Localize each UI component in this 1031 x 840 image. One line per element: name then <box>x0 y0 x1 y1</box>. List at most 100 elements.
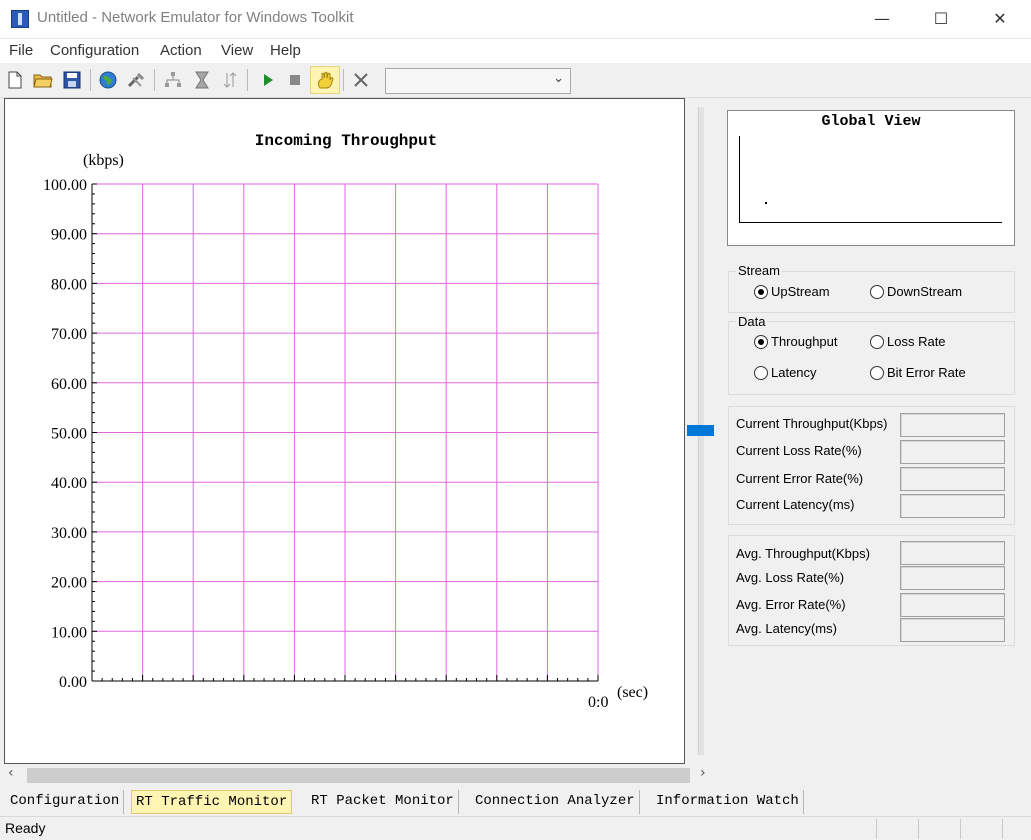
maximize-button[interactable]: ☐ <box>912 0 970 38</box>
status-bar: Ready <box>0 816 1031 840</box>
play-icon[interactable] <box>256 68 280 92</box>
horizontal-scrollbar[interactable]: ‹ › <box>0 764 717 786</box>
menu-file[interactable]: File <box>9 42 33 59</box>
avg-error-rate-field <box>900 593 1005 617</box>
y-tick-label: 40.00 <box>51 475 87 492</box>
tab-information-watch[interactable]: Information Watch <box>652 790 804 814</box>
global-view-y-axis <box>739 136 740 223</box>
avg-loss-rate-field <box>900 566 1005 590</box>
status-cell <box>960 819 961 839</box>
global-view-panel: Global View <box>727 110 1015 246</box>
status-cell <box>1002 819 1003 839</box>
y-tick-label: 100.00 <box>43 177 87 194</box>
current-latency-label: Current Latency(ms) <box>736 497 855 512</box>
y-tick-label: 80.00 <box>51 276 87 293</box>
y-tick-label: 60.00 <box>51 376 87 393</box>
data-group-label: Data <box>736 314 768 329</box>
throughput-chart: Incoming Throughput (kbps) (sec) 0:0 0.0… <box>43 132 648 711</box>
menu-bar: File Configuration Action View Help <box>0 39 1031 63</box>
x-tick-label: 0:0 <box>588 694 608 711</box>
radio-downstream-label: DownStream <box>887 284 963 299</box>
current-throughput-label: Current Throughput(Kbps) <box>736 416 888 431</box>
radio-latency[interactable]: Latency <box>754 365 817 380</box>
radio-loss-rate-label: Loss Rate <box>887 334 946 349</box>
tab-configuration[interactable]: Configuration <box>6 790 125 814</box>
menu-configuration[interactable]: Configuration <box>50 42 139 59</box>
current-throughput-field <box>900 413 1005 437</box>
current-error-rate-label: Current Error Rate(%) <box>736 471 864 486</box>
radio-bit-error-rate-indicator <box>870 365 884 380</box>
y-tick-label: 20.00 <box>51 575 87 592</box>
scroll-left-icon[interactable]: ‹ <box>8 765 14 781</box>
window-title: Untitled - Network Emulator for Windows … <box>37 9 354 26</box>
tools-icon[interactable] <box>124 68 148 92</box>
open-folder-icon[interactable] <box>31 68 55 92</box>
status-cell <box>918 819 919 839</box>
y-tick-label: 0.00 <box>59 674 87 691</box>
radio-throughput[interactable]: Throughput <box>754 334 838 349</box>
stream-group-label: Stream <box>736 263 782 278</box>
new-file-icon[interactable] <box>3 68 27 92</box>
toolbar: ⌄ <box>0 64 1031 98</box>
menu-help[interactable]: Help <box>270 42 301 59</box>
radio-upstream[interactable]: UpStream <box>754 284 830 299</box>
current-error-rate-field <box>900 467 1005 491</box>
radio-downstream[interactable]: DownStream <box>870 284 962 299</box>
tab-connection-analyzer[interactable]: Connection Analyzer <box>471 790 640 814</box>
bottom-tabs: Configuration RT Traffic Monitor RT Pack… <box>0 786 1031 816</box>
radio-upstream-indicator <box>754 284 768 299</box>
radio-latency-label: Latency <box>771 365 817 380</box>
radio-throughput-indicator <box>754 334 768 349</box>
y-tick-label: 70.00 <box>51 326 87 343</box>
globe-icon[interactable] <box>96 68 120 92</box>
radio-bit-error-rate[interactable]: Bit Error Rate <box>870 365 966 380</box>
radio-loss-rate[interactable]: Loss Rate <box>870 334 946 349</box>
hourglass-icon[interactable] <box>190 68 214 92</box>
toolbar-separator <box>247 69 248 91</box>
status-text: Ready <box>5 820 46 836</box>
sort-arrows-icon[interactable] <box>218 68 242 92</box>
minimize-button[interactable]: — <box>853 0 911 38</box>
profile-select[interactable]: ⌄ <box>385 68 571 94</box>
radio-throughput-label: Throughput <box>771 334 838 349</box>
global-view-point <box>765 202 767 204</box>
y-axis-unit: (kbps) <box>83 152 124 169</box>
topology-icon[interactable] <box>161 68 185 92</box>
avg-throughput-field <box>900 541 1005 565</box>
stop-icon[interactable] <box>283 68 307 92</box>
radio-bit-error-rate-label: Bit Error Rate <box>887 365 966 380</box>
radio-loss-rate-indicator <box>870 334 884 349</box>
scroll-right-icon[interactable]: › <box>700 765 706 781</box>
current-loss-rate-field <box>900 440 1005 464</box>
tab-rt-packet-monitor[interactable]: RT Packet Monitor <box>307 790 459 814</box>
disconnect-icon[interactable] <box>349 68 373 92</box>
toolbar-separator <box>90 69 91 91</box>
status-cell <box>876 819 877 839</box>
menu-action[interactable]: Action <box>160 42 202 59</box>
current-loss-rate-label: Current Loss Rate(%) <box>736 443 862 458</box>
chevron-down-icon: ⌄ <box>553 71 564 86</box>
monitor-hand-icon[interactable] <box>310 66 340 94</box>
radio-upstream-label: UpStream <box>771 284 830 299</box>
chart-title: Incoming Throughput <box>255 132 437 150</box>
close-button[interactable]: ✕ <box>971 0 1029 38</box>
x-axis-unit: (sec) <box>617 684 648 701</box>
save-icon[interactable] <box>60 68 84 92</box>
menu-view[interactable]: View <box>221 42 253 59</box>
radio-downstream-indicator <box>870 284 884 299</box>
toolbar-separator <box>154 69 155 91</box>
avg-throughput-label: Avg. Throughput(Kbps) <box>736 546 870 561</box>
splitter-handle[interactable] <box>687 425 714 436</box>
radio-latency-indicator <box>754 365 768 380</box>
y-tick-label: 10.00 <box>51 624 87 641</box>
current-latency-field <box>900 494 1005 518</box>
y-tick-label: 30.00 <box>51 525 87 542</box>
data-group <box>728 321 1015 395</box>
y-tick-label: 90.00 <box>51 227 87 244</box>
y-tick-label: 50.00 <box>51 426 87 443</box>
app-icon <box>11 10 29 28</box>
avg-latency-label: Avg. Latency(ms) <box>736 621 837 636</box>
scrollbar-thumb[interactable] <box>27 768 690 783</box>
tab-rt-traffic-monitor[interactable]: RT Traffic Monitor <box>131 790 293 814</box>
global-view-x-axis <box>739 222 1002 223</box>
